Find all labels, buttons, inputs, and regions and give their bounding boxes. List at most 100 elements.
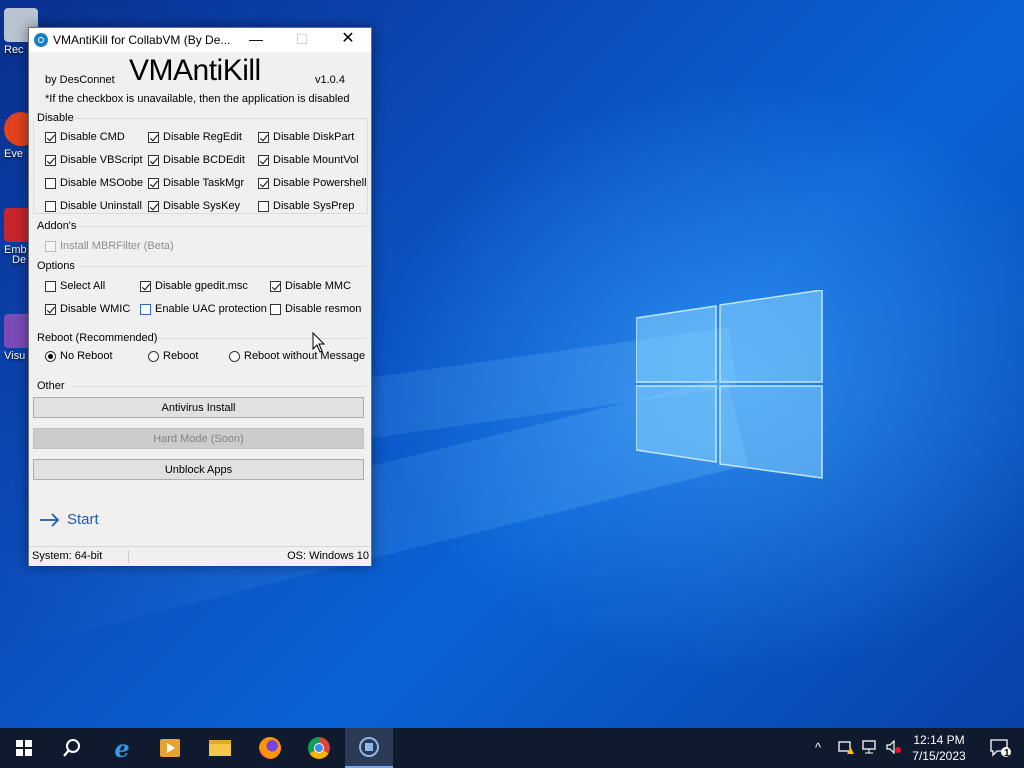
disable-regedit-checkbox[interactable]: Disable RegEdit bbox=[148, 129, 242, 145]
checkbox-label: Disable DiskPart bbox=[273, 131, 355, 143]
clock-time: 12:14 PM bbox=[913, 733, 965, 747]
checkbox-box bbox=[148, 200, 159, 212]
taskbar-firefox[interactable] bbox=[246, 728, 294, 768]
disable-sysprep-checkbox[interactable]: Disable SysPrep bbox=[258, 198, 354, 214]
checkbox-box bbox=[140, 280, 151, 292]
disable-mmc-checkbox[interactable]: Disable MMC bbox=[270, 278, 351, 294]
disable-wmic-checkbox[interactable]: Disable WMIC bbox=[45, 301, 130, 317]
taskbar-internet-explorer[interactable]: e bbox=[98, 728, 146, 768]
checkbox-box bbox=[148, 154, 159, 166]
taskbar: e ^ 12:14 PM 7/15/2023 1 bbox=[0, 728, 1024, 768]
version-label: v1.0.4 bbox=[315, 74, 345, 86]
checkbox-label: Disable RegEdit bbox=[163, 131, 242, 143]
checkbox-label: Disable resmon bbox=[285, 303, 362, 315]
no-reboot-radio[interactable]: No Reboot bbox=[45, 348, 113, 364]
disable-gpedit-msc-checkbox[interactable]: Disable gpedit.msc bbox=[140, 278, 248, 294]
checkbox-box bbox=[270, 280, 281, 292]
disable-taskmgr-checkbox[interactable]: Disable TaskMgr bbox=[148, 175, 244, 191]
checkbox-box bbox=[258, 177, 269, 189]
group-divider bbox=[79, 226, 367, 227]
disable-uninstall-checkbox[interactable]: Disable Uninstall bbox=[45, 198, 142, 214]
internet-explorer-icon: e bbox=[114, 733, 130, 763]
group-divider bbox=[79, 266, 367, 267]
disable-diskpart-checkbox[interactable]: Disable DiskPart bbox=[258, 129, 354, 145]
checkbox-label: Install MBRFilter (Beta) bbox=[60, 240, 174, 252]
checkbox-box bbox=[45, 303, 56, 315]
start-link[interactable]: Start bbox=[39, 511, 99, 528]
checkbox-box bbox=[140, 303, 151, 315]
disable-syskey-checkbox[interactable]: Disable SysKey bbox=[148, 198, 240, 214]
disable-mountvol-checkbox[interactable]: Disable MountVol bbox=[258, 152, 359, 168]
radio-circle bbox=[148, 350, 159, 362]
radio-label: Reboot bbox=[163, 350, 199, 362]
maximize-button: ☐ bbox=[295, 31, 309, 47]
windows-logo-wallpaper bbox=[636, 290, 823, 479]
taskbar-vmantikill[interactable] bbox=[345, 728, 393, 768]
checkbox-label: Enable UAC protection bbox=[155, 303, 267, 315]
checkbox-label: Disable Uninstall bbox=[60, 200, 142, 212]
disable-bcdedit-checkbox[interactable]: Disable BCDEdit bbox=[148, 152, 245, 168]
taskbar-search[interactable] bbox=[48, 728, 96, 768]
display-icon[interactable] bbox=[862, 740, 878, 757]
author-label: by DesConnet bbox=[45, 74, 115, 86]
start-label: Start bbox=[67, 511, 99, 528]
checkbox-box bbox=[45, 154, 56, 166]
checkbox-label: Disable VBScript bbox=[60, 154, 143, 166]
windows-start-icon bbox=[16, 740, 32, 756]
search-icon bbox=[63, 739, 80, 757]
clock-date: 7/15/2023 bbox=[912, 749, 966, 763]
checkbox-label: Disable gpedit.msc bbox=[155, 280, 248, 292]
unblock-apps-button[interactable]: Unblock Apps bbox=[33, 459, 364, 480]
taskbar-chrome[interactable] bbox=[295, 728, 343, 768]
checkbox-box bbox=[45, 200, 56, 212]
checkbox-box bbox=[270, 303, 281, 315]
arrow-right-icon bbox=[40, 512, 60, 527]
os-status: OS: Windows 10 bbox=[287, 550, 369, 562]
chevron-up-icon[interactable]: ^ bbox=[815, 740, 821, 755]
disable-vbscript-checkbox[interactable]: Disable VBScript bbox=[45, 152, 143, 168]
disable-cmd-checkbox[interactable]: Disable CMD bbox=[45, 129, 125, 145]
reboot-without-message-radio[interactable]: Reboot without Message bbox=[229, 348, 365, 364]
checkbox-box bbox=[45, 177, 56, 189]
app-icon bbox=[34, 33, 48, 47]
group-divider bbox=[69, 386, 367, 387]
disable-resmon-checkbox[interactable]: Disable resmon bbox=[270, 301, 361, 317]
checkbox-label: Disable MSOobe bbox=[60, 177, 144, 189]
start-button[interactable] bbox=[0, 728, 48, 768]
radio-label: No Reboot bbox=[60, 350, 113, 362]
volume-muted-icon[interactable] bbox=[886, 739, 902, 757]
reboot-radio[interactable]: Reboot bbox=[148, 348, 198, 364]
chrome-icon bbox=[308, 737, 330, 759]
network-warning-icon[interactable] bbox=[838, 740, 854, 757]
checkbox-label: Disable WMIC bbox=[60, 303, 131, 315]
vmantikill-window: VMAntiKill for CollabVM (By De... — ☐ ✕ … bbox=[28, 27, 372, 566]
app-name-title: VMAntiKill bbox=[129, 54, 261, 87]
enable-uac-protection-checkbox[interactable]: Enable UAC protection bbox=[140, 301, 267, 317]
clock[interactable]: 12:14 PM 7/15/2023 bbox=[905, 732, 973, 764]
system-status: System: 64-bit bbox=[32, 550, 103, 562]
taskbar-media-player[interactable] bbox=[146, 728, 194, 768]
radio-label: Reboot without Message bbox=[244, 350, 366, 362]
status-bar: System: 64-bit OS: Windows 10 bbox=[29, 546, 371, 566]
group-divider bbox=[157, 338, 367, 339]
checkbox-label: Disable BCDEdit bbox=[163, 154, 245, 166]
disable-msoobe-checkbox[interactable]: Disable MSOobe bbox=[45, 175, 143, 191]
action-center-button[interactable]: 1 bbox=[976, 728, 1024, 768]
vmantikill-icon bbox=[359, 737, 379, 757]
antivirus-install-button[interactable]: Antivirus Install bbox=[33, 397, 364, 418]
minimize-button[interactable]: — bbox=[233, 28, 279, 52]
close-button[interactable]: ✕ bbox=[325, 28, 371, 52]
notification-count: 1 bbox=[1004, 748, 1010, 759]
hard-mode-button: Hard Mode (Soon) bbox=[33, 428, 364, 449]
disable-powershell-checkbox[interactable]: Disable Powershell bbox=[258, 175, 367, 191]
taskbar-file-explorer[interactable] bbox=[196, 728, 244, 768]
checkbox-label: Disable SysPrep bbox=[273, 200, 355, 212]
checkbox-label: Select All bbox=[60, 280, 106, 292]
title-bar[interactable]: VMAntiKill for CollabVM (By De... — ☐ ✕ bbox=[29, 28, 371, 52]
media-player-icon bbox=[160, 739, 180, 757]
checkbox-box bbox=[45, 280, 56, 292]
select-all-checkbox[interactable]: Select All bbox=[45, 278, 105, 294]
other-group-label: Other bbox=[37, 380, 65, 392]
status-separator bbox=[128, 550, 129, 563]
checkbox-label: Disable TaskMgr bbox=[163, 177, 245, 189]
